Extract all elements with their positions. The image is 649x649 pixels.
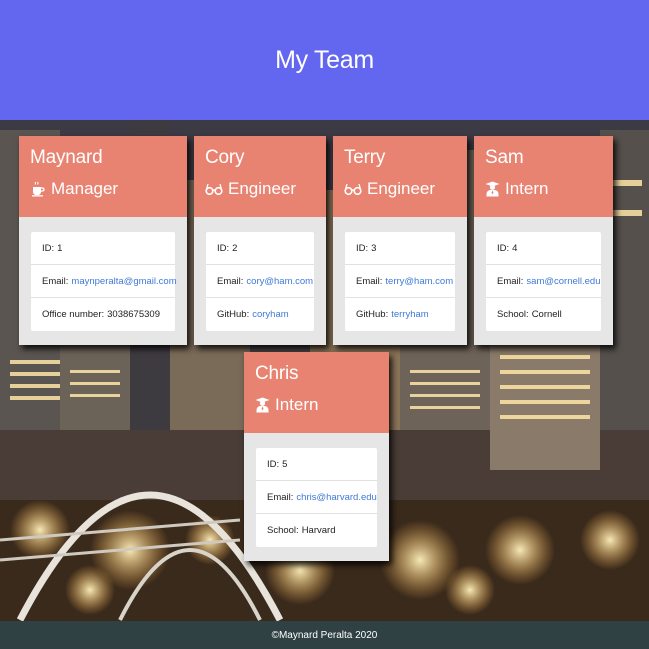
page-title: My Team	[275, 45, 374, 74]
id-row: ID: 2	[206, 232, 314, 265]
github-label: GitHub:	[356, 309, 389, 320]
card-body: ID: 1 Email: maynperalta@gmail.com Offic…	[19, 217, 187, 345]
email-link[interactable]: terry@ham.com	[385, 276, 453, 287]
email-label: Email:	[267, 491, 294, 503]
info-list: ID: 3 Email: terry@ham.com GitHub: terry…	[345, 232, 455, 331]
graduate-icon	[485, 181, 500, 197]
id-row: ID: 3	[345, 232, 455, 265]
school-label: School:	[267, 525, 299, 536]
card-body: ID: 3 Email: terry@ham.com GitHub: terry…	[333, 217, 467, 345]
card-body: ID: 2 Email: cory@ham.com GitHub: coryha…	[194, 217, 326, 345]
id-row: ID: 4	[486, 232, 601, 265]
employee-card: Chris Intern ID: 5 Email: chris@harvard.…	[244, 352, 389, 561]
employee-card: Maynard Manager ID: 1 Email: maynperalta…	[19, 136, 187, 345]
employee-card: Cory Engineer ID: 2 Email: cory@ham.com …	[194, 136, 326, 345]
card-header: Cory Engineer	[194, 136, 326, 217]
employee-role: Engineer	[205, 178, 315, 200]
id-label: ID:	[217, 242, 230, 254]
email-label: Email:	[217, 275, 244, 287]
github-link[interactable]: coryham	[252, 309, 288, 320]
id-value: 2	[232, 242, 238, 254]
id-label: ID:	[497, 242, 510, 254]
role-label: Manager	[51, 179, 119, 198]
role-label: Engineer	[367, 179, 436, 198]
card-header: Terry Engineer	[333, 136, 467, 217]
role-label: Engineer	[228, 179, 297, 198]
card-header: Chris Intern	[244, 352, 389, 433]
employee-name: Cory	[205, 147, 245, 168]
id-value: 1	[57, 242, 63, 254]
employee-name: Sam	[485, 147, 524, 168]
email-label: Email:	[356, 275, 383, 287]
email-row: Email: terry@ham.com	[345, 265, 455, 298]
employee-role: Manager	[30, 178, 176, 200]
email-label: Email:	[497, 275, 524, 287]
copyright-text: ©Maynard Peralta 2020	[271, 629, 378, 641]
role-label: Intern	[275, 395, 319, 414]
employee-name: Maynard	[30, 147, 103, 168]
glasses-icon	[205, 183, 223, 196]
coffee-icon	[32, 181, 45, 197]
card-header: Sam Intern	[474, 136, 613, 217]
github-row: GitHub: coryham	[206, 298, 314, 331]
github-label: GitHub:	[217, 309, 250, 320]
id-value: 4	[512, 242, 518, 254]
employee-role: Intern	[255, 394, 378, 416]
info-list: ID: 2 Email: cory@ham.com GitHub: coryha…	[206, 232, 314, 331]
card-body: ID: 4 Email: sam@cornell.edu School: Cor…	[474, 217, 613, 345]
info-list: ID: 5 Email: chris@harvard.edu School: H…	[256, 448, 377, 547]
github-link[interactable]: terryham	[391, 309, 428, 320]
glasses-icon	[344, 183, 362, 196]
employee-card: Terry Engineer ID: 3 Email: terry@ham.co…	[333, 136, 467, 345]
employee-name: Terry	[344, 147, 386, 168]
email-link[interactable]: chris@harvard.edu	[296, 492, 376, 503]
info-list: ID: 4 Email: sam@cornell.edu School: Cor…	[486, 232, 601, 331]
school-value: Harvard	[301, 525, 336, 536]
employee-role: Engineer	[344, 178, 456, 200]
id-row: ID: 1	[31, 232, 175, 265]
email-link[interactable]: maynperalta@gmail.com	[71, 276, 176, 287]
school-row: School: Cornell	[486, 298, 601, 331]
email-link[interactable]: cory@ham.com	[246, 276, 313, 287]
graduate-icon	[255, 397, 270, 413]
school-value: Cornell	[531, 309, 562, 320]
id-value: 3	[371, 242, 377, 254]
email-label: Email:	[42, 275, 69, 287]
page-footer: ©Maynard Peralta 2020	[0, 621, 649, 649]
github-row: GitHub: terryham	[345, 298, 455, 331]
id-value: 5	[282, 458, 288, 470]
id-label: ID:	[356, 242, 369, 254]
card-header: Maynard Manager	[19, 136, 187, 217]
info-list: ID: 1 Email: maynperalta@gmail.com Offic…	[31, 232, 177, 331]
id-label: ID:	[267, 458, 280, 470]
id-row: ID: 5	[256, 448, 377, 481]
email-row: Email: cory@ham.com	[206, 265, 314, 298]
employee-name: Chris	[255, 363, 299, 384]
page-header: My Team	[0, 0, 649, 120]
email-row: Email: chris@harvard.edu	[256, 481, 377, 514]
office-number-value: 3038675309	[107, 309, 160, 320]
employee-card: Sam Intern ID: 4 Email: sam@cornell.edu …	[474, 136, 613, 345]
school-row: School: Harvard	[256, 514, 377, 547]
office-number-label: Office number:	[42, 309, 105, 320]
office-number-row: Office number: 3038675309	[31, 298, 175, 331]
employee-role: Intern	[485, 178, 602, 200]
email-link[interactable]: sam@cornell.edu	[526, 276, 600, 287]
email-row: Email: maynperalta@gmail.com	[31, 265, 177, 298]
id-label: ID:	[42, 242, 55, 254]
email-row: Email: sam@cornell.edu	[486, 265, 601, 298]
card-body: ID: 5 Email: chris@harvard.edu School: H…	[244, 433, 389, 561]
school-label: School:	[497, 309, 529, 320]
role-label: Intern	[505, 179, 549, 198]
